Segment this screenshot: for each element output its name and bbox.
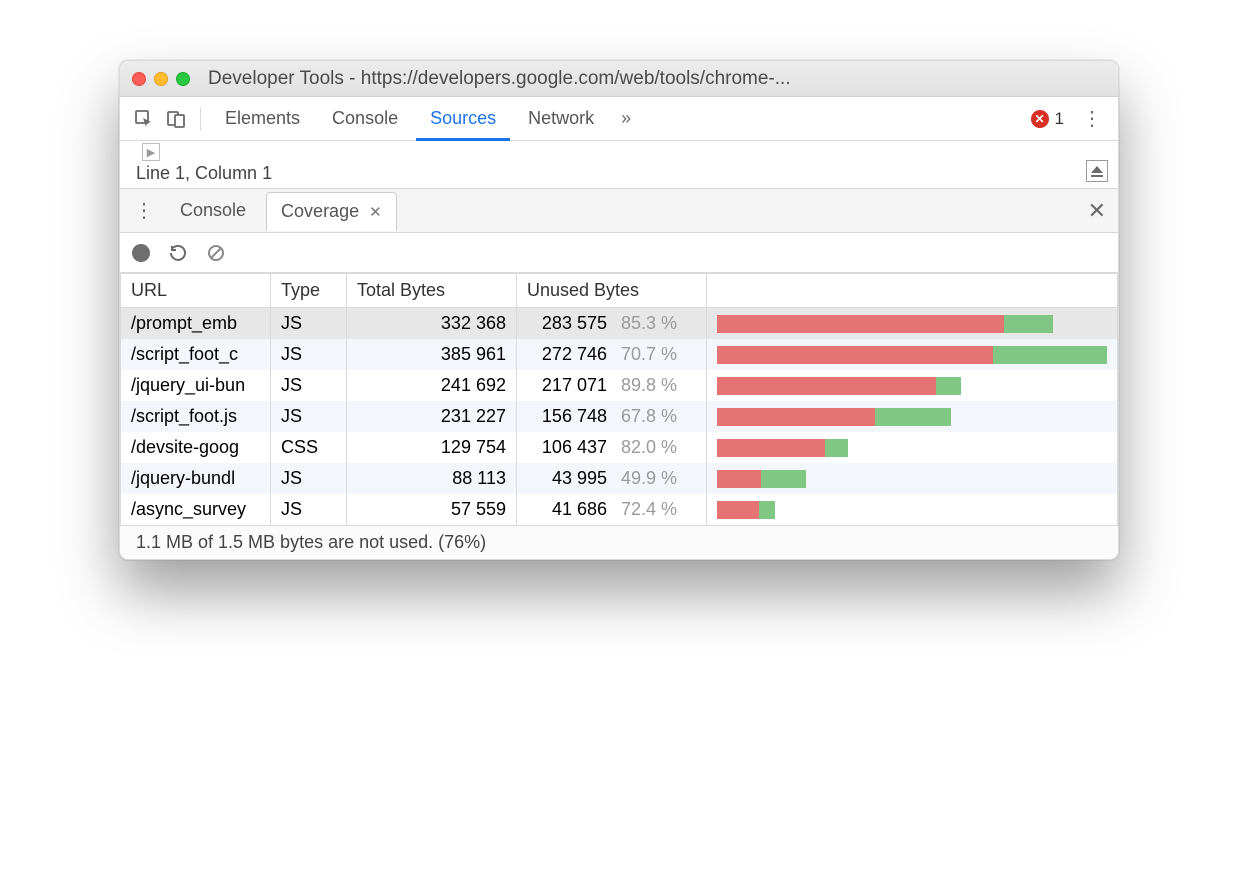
cell-type: JS xyxy=(271,401,347,432)
minimize-window-button[interactable] xyxy=(154,72,168,86)
cell-unused-bytes: 283 57585.3 % xyxy=(517,308,707,340)
close-tab-icon[interactable]: ✕ xyxy=(369,203,382,221)
tab-network[interactable]: Network xyxy=(514,97,608,141)
cell-usage-bar xyxy=(707,370,1118,401)
coverage-row[interactable]: /script_foot.jsJS231 227156 74867.8 % xyxy=(121,401,1118,432)
traffic-lights xyxy=(132,72,190,86)
sources-file-tabs: ▶ xyxy=(142,143,1108,161)
drawer-menu-icon[interactable]: ⋮ xyxy=(128,198,160,223)
error-count: 1 xyxy=(1055,109,1064,129)
cell-total-bytes: 385 961 xyxy=(347,339,517,370)
sources-editor-strip: ▶ Line 1, Column 1 xyxy=(120,141,1118,189)
cell-type: JS xyxy=(271,494,347,525)
tab-console[interactable]: Console xyxy=(318,97,412,141)
cell-total-bytes: 332 368 xyxy=(347,308,517,340)
cell-usage-bar xyxy=(707,339,1118,370)
close-drawer-icon[interactable]: ✕ xyxy=(1084,198,1110,224)
drawer-tabbar: ⋮ Console Coverage ✕ ✕ xyxy=(120,189,1118,233)
devtools-window: Developer Tools - https://developers.goo… xyxy=(119,60,1119,560)
coverage-row[interactable]: /prompt_embJS332 368283 57585.3 % xyxy=(121,308,1118,340)
show-navigator-icon[interactable] xyxy=(1086,160,1108,182)
cell-url: /jquery-bundl xyxy=(121,463,271,494)
cell-url: /script_foot_c xyxy=(121,339,271,370)
reload-icon[interactable] xyxy=(168,243,188,263)
play-icon[interactable]: ▶ xyxy=(142,143,160,161)
close-window-button[interactable] xyxy=(132,72,146,86)
col-header-type[interactable]: Type xyxy=(271,274,347,308)
cell-unused-bytes: 272 74670.7 % xyxy=(517,339,707,370)
cell-unused-bytes: 106 43782.0 % xyxy=(517,432,707,463)
coverage-status: 1.1 MB of 1.5 MB bytes are not used. (76… xyxy=(120,525,1118,559)
drawer-tab-coverage[interactable]: Coverage ✕ xyxy=(266,192,397,231)
titlebar: Developer Tools - https://developers.goo… xyxy=(120,61,1118,97)
cell-unused-bytes: 43 99549.9 % xyxy=(517,463,707,494)
col-header-bar[interactable] xyxy=(707,274,1118,308)
cell-total-bytes: 88 113 xyxy=(347,463,517,494)
more-tabs-icon[interactable]: » xyxy=(612,105,640,133)
cell-type: CSS xyxy=(271,432,347,463)
separator xyxy=(200,107,201,131)
error-count-badge[interactable]: ✕ 1 xyxy=(1031,109,1064,129)
devtools-menu-icon[interactable]: ⋮ xyxy=(1076,106,1108,131)
drawer-tab-console[interactable]: Console xyxy=(166,192,260,229)
window-title: Developer Tools - https://developers.goo… xyxy=(208,68,1106,90)
clear-icon[interactable] xyxy=(206,243,226,263)
main-tabbar: Elements Console Sources Network » ✕ 1 ⋮ xyxy=(120,97,1118,141)
cell-unused-bytes: 217 07189.8 % xyxy=(517,370,707,401)
cell-url: /script_foot.js xyxy=(121,401,271,432)
coverage-row[interactable]: /script_foot_cJS385 961272 74670.7 % xyxy=(121,339,1118,370)
cell-total-bytes: 57 559 xyxy=(347,494,517,525)
cell-url: /jquery_ui-bun xyxy=(121,370,271,401)
record-icon[interactable] xyxy=(132,244,150,262)
cell-url: /async_survey xyxy=(121,494,271,525)
cell-type: JS xyxy=(271,308,347,340)
inspect-element-icon[interactable] xyxy=(130,105,158,133)
error-icon: ✕ xyxy=(1031,110,1049,128)
tab-elements[interactable]: Elements xyxy=(211,97,314,141)
col-header-url[interactable]: URL xyxy=(121,274,271,308)
cell-url: /prompt_emb xyxy=(121,308,271,340)
cell-type: JS xyxy=(271,339,347,370)
cell-total-bytes: 129 754 xyxy=(347,432,517,463)
cell-unused-bytes: 41 68672.4 % xyxy=(517,494,707,525)
coverage-row[interactable]: /devsite-googCSS129 754106 43782.0 % xyxy=(121,432,1118,463)
col-header-unused[interactable]: Unused Bytes xyxy=(517,274,707,308)
drawer-tab-coverage-label: Coverage xyxy=(281,201,359,222)
cell-usage-bar xyxy=(707,308,1118,340)
cell-usage-bar xyxy=(707,463,1118,494)
cell-usage-bar xyxy=(707,401,1118,432)
cell-type: JS xyxy=(271,370,347,401)
coverage-row[interactable]: /async_surveyJS57 55941 68672.4 % xyxy=(121,494,1118,525)
cell-usage-bar xyxy=(707,432,1118,463)
cell-total-bytes: 241 692 xyxy=(347,370,517,401)
coverage-toolbar xyxy=(120,233,1118,273)
toggle-device-toolbar-icon[interactable] xyxy=(162,105,190,133)
col-header-total[interactable]: Total Bytes xyxy=(347,274,517,308)
zoom-window-button[interactable] xyxy=(176,72,190,86)
cell-usage-bar xyxy=(707,494,1118,525)
coverage-table: URL Type Total Bytes Unused Bytes /promp… xyxy=(120,273,1118,525)
cell-type: JS xyxy=(271,463,347,494)
cell-total-bytes: 231 227 xyxy=(347,401,517,432)
coverage-row[interactable]: /jquery-bundlJS88 11343 99549.9 % xyxy=(121,463,1118,494)
coverage-row[interactable]: /jquery_ui-bunJS241 692217 07189.8 % xyxy=(121,370,1118,401)
cell-url: /devsite-goog xyxy=(121,432,271,463)
cursor-position: Line 1, Column 1 xyxy=(136,163,272,184)
tab-sources[interactable]: Sources xyxy=(416,97,510,141)
cell-unused-bytes: 156 74867.8 % xyxy=(517,401,707,432)
